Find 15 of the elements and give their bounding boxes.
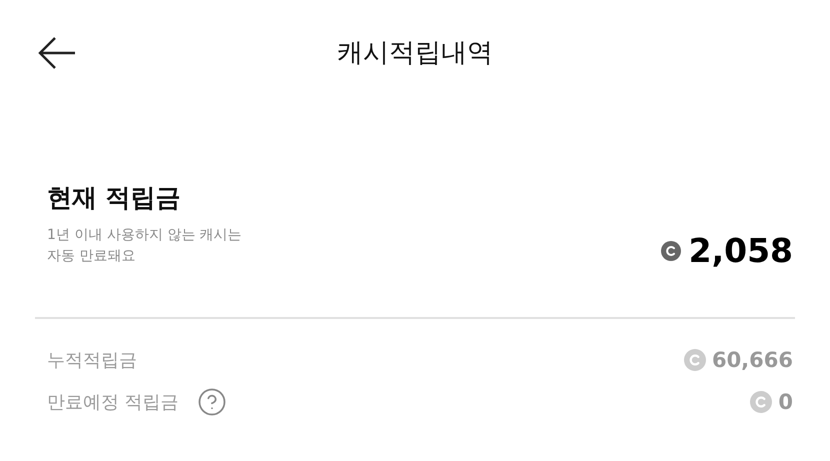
- help-icon[interactable]: [196, 387, 227, 418]
- row-label: 만료예정 적립금: [47, 390, 179, 415]
- row-amount: 0: [778, 388, 793, 416]
- coin-icon: [684, 349, 706, 372]
- back-arrow-icon: [38, 37, 76, 69]
- back-button[interactable]: [38, 36, 78, 70]
- row-label: 누적적립금: [47, 348, 137, 373]
- page-title: 캐시적립내역: [337, 36, 493, 70]
- expiry-note: 자동 만료돼요: [47, 247, 136, 266]
- expiry-note: 1년 이내 사용하지 않는 캐시는: [47, 226, 242, 246]
- coin-icon: [660, 240, 681, 261]
- balance-amount: 2,058: [688, 234, 793, 268]
- row-amount: 60,666: [712, 346, 793, 374]
- section-heading: 현재 적립금: [47, 182, 182, 214]
- coin-icon: [750, 391, 772, 414]
